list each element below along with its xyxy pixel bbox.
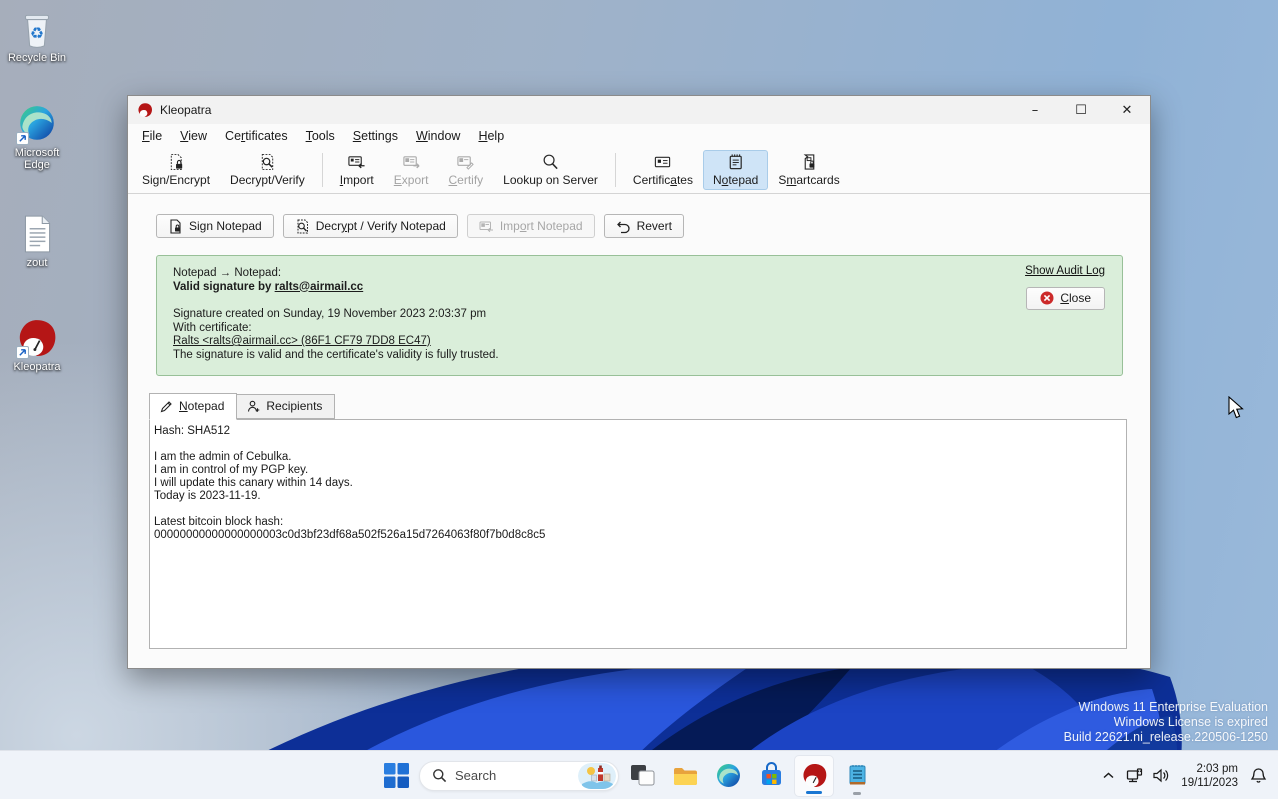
kleopatra-window: Kleopatra – ☐ ✕ File View Certificates T… <box>127 95 1151 669</box>
notepad-tabs: Notepad Recipients <box>149 393 1150 419</box>
shortcut-arrow-icon <box>16 346 29 359</box>
signer-email-link[interactable]: ralts@airmail.cc <box>275 281 364 293</box>
toolbar-separator <box>615 153 616 187</box>
toolbar-decrypt-verify[interactable]: Decrypt/Verify <box>220 150 315 190</box>
volume-icon[interactable] <box>1151 766 1170 785</box>
windows-start-icon <box>383 762 410 789</box>
notepad-app-icon <box>844 762 871 789</box>
close-circle-icon <box>1040 291 1054 305</box>
system-tray: 2:03 pm 19/11/2023 <box>1099 751 1268 799</box>
desktop-icon-microsoft-edge[interactable]: Microsoft Edge <box>6 103 68 171</box>
import-notepad-button: Import Notepad <box>467 214 595 238</box>
sign-notepad-button[interactable]: Sign Notepad <box>156 214 274 238</box>
toolbar-smartcards[interactable]: Smartcards <box>768 150 849 190</box>
file-explorer-icon <box>672 762 699 789</box>
desktop-icon-zout[interactable]: zout <box>6 213 68 269</box>
windows-eval-watermark: Windows 11 Enterprise Evaluation Windows… <box>1064 700 1268 745</box>
kleopatra-icon <box>801 762 828 789</box>
toolbar-certify: Certify <box>438 150 493 190</box>
result-direction: Notepad → Notepad: <box>173 267 1106 281</box>
tray-chevron-icon[interactable] <box>1099 766 1118 785</box>
mouse-cursor <box>1228 396 1245 420</box>
signature-created-line: Signature created on Sunday, 19 November… <box>173 308 1106 322</box>
edge-taskbar-button[interactable] <box>708 755 748 797</box>
notifications-bell-icon[interactable] <box>1249 766 1268 785</box>
main-toolbar: Sign/Encrypt Decrypt/Verify Import Expor… <box>128 148 1150 194</box>
signature-result-panel: Notepad → Notepad: Valid signature by ra… <box>156 255 1123 376</box>
menu-window[interactable]: Window <box>407 126 469 146</box>
pencil-icon <box>160 400 173 413</box>
network-icon[interactable] <box>1125 766 1144 785</box>
certificate-link[interactable]: Ralts <ralts@airmail.cc> (86F1 CF79 7DD8… <box>173 335 431 347</box>
with-certificate-label: With certificate: <box>173 322 1106 336</box>
weather-widget-icon[interactable] <box>578 763 616 789</box>
toolbar-notepad[interactable]: Notepad <box>703 150 768 190</box>
toolbar-separator <box>322 153 323 187</box>
validity-statement: The signature is valid and the certifica… <box>173 349 1106 363</box>
desktop-icon-kleopatra[interactable]: Kleopatra <box>6 317 68 373</box>
notepad-workspace: Sign Notepad Decrypt / Verify Notepad Im… <box>128 194 1150 649</box>
text-file-icon <box>16 213 58 255</box>
menu-file[interactable]: File <box>133 126 171 146</box>
microsoft-store-icon <box>758 762 785 789</box>
start-button[interactable] <box>376 755 416 797</box>
task-view-icon <box>629 762 656 789</box>
store-button[interactable] <box>751 755 791 797</box>
notepad-taskbar-button[interactable] <box>837 755 877 797</box>
search-box[interactable]: Search <box>419 761 619 791</box>
edge-icon <box>715 762 742 789</box>
running-app-indicator <box>853 792 861 795</box>
shortcut-arrow-icon <box>16 132 29 145</box>
menu-tools[interactable]: Tools <box>297 126 344 146</box>
window-title: Kleopatra <box>160 103 1012 117</box>
kleopatra-taskbar-button[interactable] <box>794 755 834 797</box>
desktop-icon-recycle-bin[interactable]: ♻ Recycle Bin <box>6 8 68 64</box>
titlebar[interactable]: Kleopatra – ☐ ✕ <box>128 96 1150 124</box>
tab-recipients[interactable]: Recipients <box>237 394 335 419</box>
clock-time: 2:03 pm <box>1181 762 1238 776</box>
search-placeholder: Search <box>455 768 570 783</box>
minimize-button[interactable]: – <box>1012 96 1058 124</box>
show-audit-log-link[interactable]: Show Audit Log <box>1025 265 1105 279</box>
toolbar-lookup-on-server[interactable]: Lookup on Server <box>493 150 608 190</box>
menu-certificates[interactable]: Certificates <box>216 126 297 146</box>
taskbar: Search <box>0 750 1278 799</box>
file-explorer-button[interactable] <box>665 755 705 797</box>
recycle-bin-icon: ♻ <box>16 8 58 50</box>
task-view-button[interactable] <box>622 755 662 797</box>
toolbar-certificates[interactable]: Certificates <box>623 150 703 190</box>
add-recipient-icon <box>247 400 260 413</box>
notepad-actionbar: Sign Notepad Decrypt / Verify Notepad Im… <box>128 214 1150 238</box>
menubar: File View Certificates Tools Settings Wi… <box>128 124 1150 148</box>
revert-button[interactable]: Revert <box>604 214 684 238</box>
active-app-indicator <box>806 791 822 794</box>
menu-help[interactable]: Help <box>469 126 513 146</box>
search-icon <box>432 768 447 783</box>
svg-text:♻: ♻ <box>30 25 44 42</box>
close-window-button[interactable]: ✕ <box>1104 96 1150 124</box>
result-headline: Valid signature by ralts@airmail.cc <box>173 281 1106 295</box>
toolbar-import[interactable]: Import <box>330 150 384 190</box>
taskbar-clock[interactable]: 2:03 pm 19/11/2023 <box>1177 762 1242 790</box>
decrypt-verify-notepad-button[interactable]: Decrypt / Verify Notepad <box>283 214 458 238</box>
toolbar-sign-encrypt[interactable]: Sign/Encrypt <box>132 150 220 190</box>
close-result-button[interactable]: Close <box>1026 287 1105 310</box>
desktop: Windows 11 Enterprise Evaluation Windows… <box>0 0 1278 799</box>
edge-icon <box>16 103 58 145</box>
clock-date: 19/11/2023 <box>1181 776 1238 790</box>
maximize-button[interactable]: ☐ <box>1058 96 1104 124</box>
menu-view[interactable]: View <box>171 126 216 146</box>
notepad-editor[interactable]: Hash: SHA512 I am the admin of Cebulka. … <box>149 419 1127 649</box>
kleopatra-icon <box>16 317 58 359</box>
app-icon-kleopatra <box>137 102 153 118</box>
menu-settings[interactable]: Settings <box>344 126 407 146</box>
tab-notepad[interactable]: Notepad <box>149 393 237 420</box>
toolbar-export: Export <box>384 150 439 190</box>
